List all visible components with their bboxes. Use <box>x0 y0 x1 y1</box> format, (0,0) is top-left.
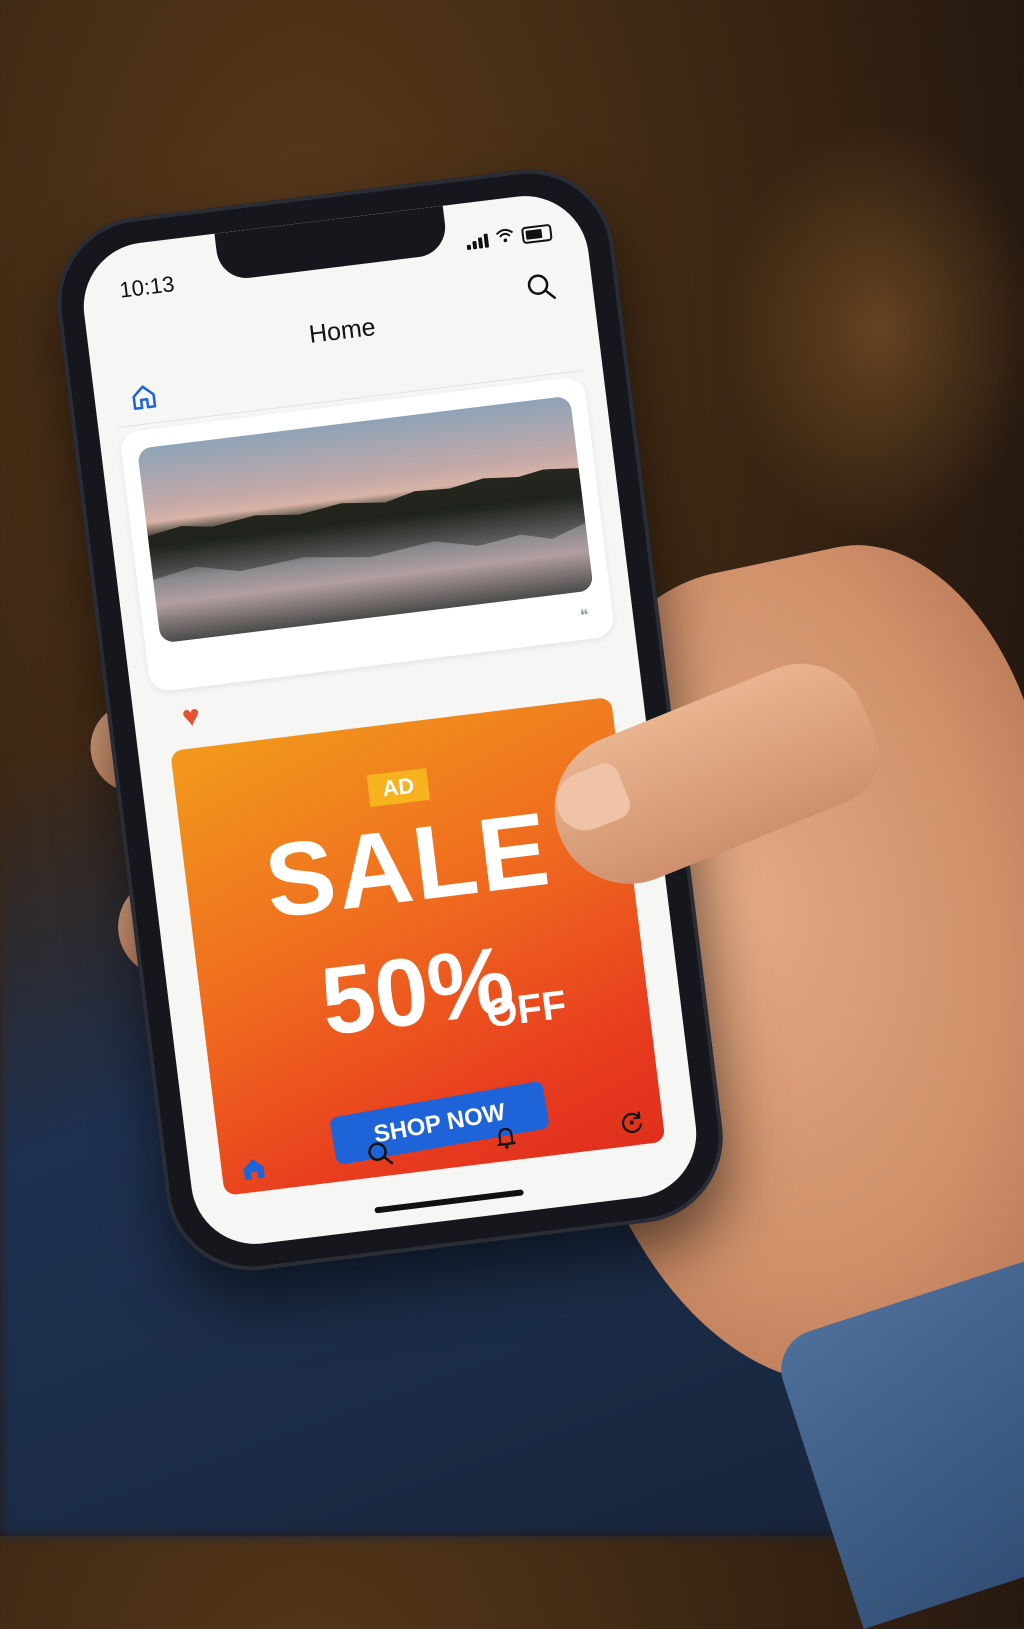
lake-sunset-photo[interactable] <box>137 395 594 644</box>
tab-refresh-icon[interactable] <box>609 1100 654 1145</box>
status-icons <box>465 223 553 251</box>
feed-post-card[interactable]: ❝ <box>118 375 616 693</box>
wifi-icon <box>495 227 515 247</box>
tab-bell-icon[interactable] <box>483 1116 528 1161</box>
heart-icon[interactable]: ♥ <box>180 699 202 734</box>
page-title: Home <box>307 312 378 349</box>
ad-badge: AD <box>366 767 431 808</box>
tab-search-icon[interactable] <box>357 1131 402 1176</box>
quote-icon[interactable]: ❝ <box>579 605 590 626</box>
battery-icon <box>520 223 553 244</box>
home-icon[interactable] <box>127 380 160 413</box>
home-indicator[interactable] <box>374 1189 524 1214</box>
background-glow <box>720 120 1024 540</box>
search-icon[interactable] <box>522 268 560 306</box>
status-time: 10:13 <box>118 271 176 303</box>
signal-icon <box>465 232 490 251</box>
tab-home-icon[interactable] <box>231 1147 276 1192</box>
ad-discount-suffix: OFF <box>483 982 569 1037</box>
